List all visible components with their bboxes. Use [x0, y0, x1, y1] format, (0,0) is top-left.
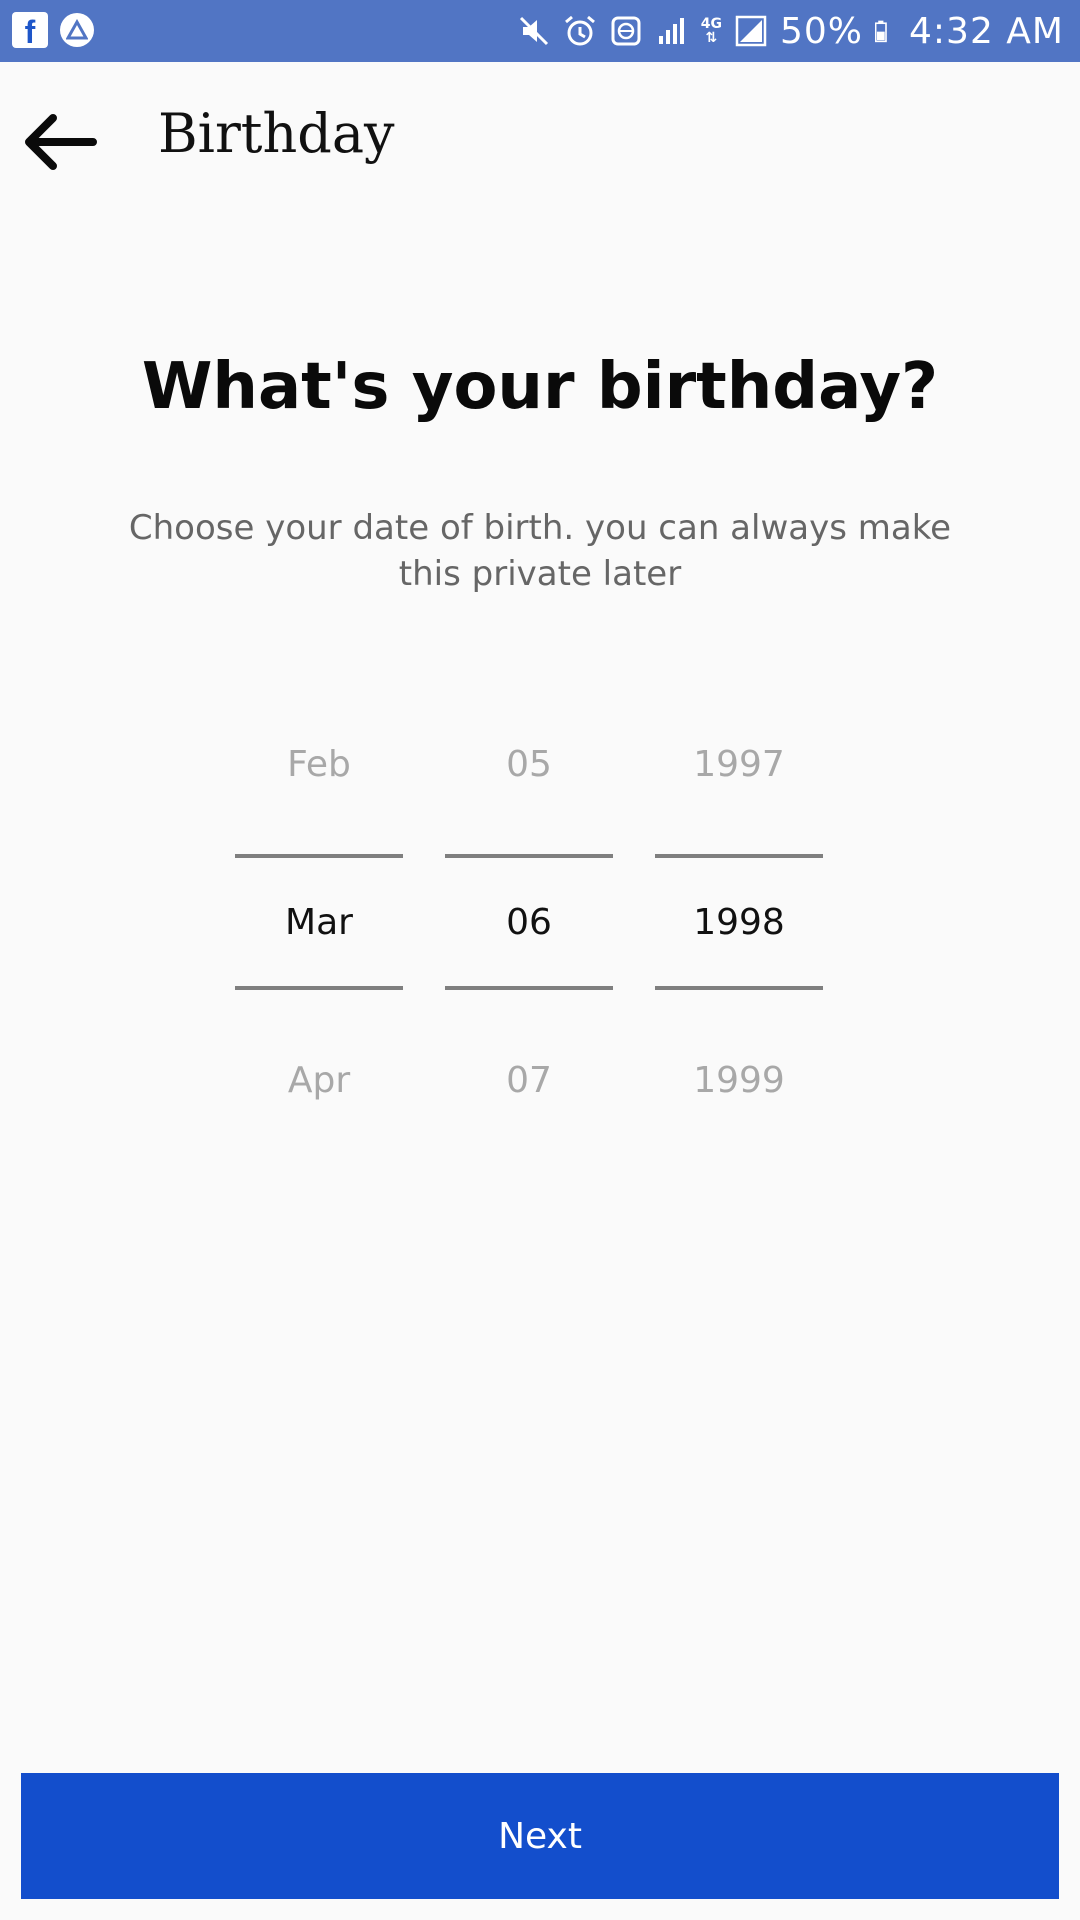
status-bar: f 4G ⇅ 50% 4:32 AM	[0, 0, 1080, 62]
year-picker[interactable]: 1997 1998 1999	[655, 720, 823, 1120]
date-picker: Feb Mar Apr 05 06 07 1997 1998 1999	[0, 720, 1080, 1120]
month-divider-bottom	[235, 986, 403, 990]
mute-icon	[519, 16, 548, 46]
signal-icon	[658, 18, 684, 44]
status-right: 4G ⇅ 50% 4:32 AM	[517, 8, 1064, 54]
month-prev-option[interactable]: Feb	[235, 744, 403, 785]
facebook-icon: f	[12, 12, 48, 48]
next-button[interactable]: Next	[21, 1773, 1059, 1899]
day-selected-option[interactable]: 06	[445, 902, 613, 943]
day-picker[interactable]: 05 06 07	[445, 720, 613, 1120]
data-saver-icon	[611, 16, 641, 46]
status-left: f	[12, 12, 94, 48]
month-next-option[interactable]: Apr	[235, 1060, 403, 1101]
year-prev-option[interactable]: 1997	[655, 744, 823, 785]
clock: 4:32 AM	[909, 10, 1064, 52]
network-4g-icon: 4G ⇅	[700, 16, 722, 46]
alarm-icon	[564, 15, 595, 46]
triangle-app-icon	[60, 13, 94, 47]
battery-percent: 50%	[780, 10, 864, 52]
day-prev-option[interactable]: 05	[445, 744, 613, 785]
page-subtitle: Choose your date of birth. you can alway…	[128, 508, 952, 594]
year-divider-bottom	[655, 986, 823, 990]
year-next-option[interactable]: 1999	[655, 1060, 823, 1101]
signal-full-icon	[735, 15, 767, 47]
arrow-back-icon	[25, 114, 97, 170]
day-divider-bottom	[445, 986, 613, 990]
year-divider-top	[655, 854, 823, 858]
year-selected-option[interactable]: 1998	[655, 902, 823, 943]
day-next-option[interactable]: 07	[445, 1060, 613, 1101]
month-divider-top	[235, 854, 403, 858]
battery-icon	[875, 20, 887, 43]
app-title: Birthday	[158, 102, 395, 165]
back-button[interactable]	[16, 102, 100, 182]
page-heading: What's your birthday?	[141, 350, 939, 424]
month-picker[interactable]: Feb Mar Apr	[235, 720, 403, 1120]
day-divider-top	[445, 854, 613, 858]
app-bar: Birthday	[0, 62, 1080, 212]
month-selected-option[interactable]: Mar	[235, 902, 403, 943]
